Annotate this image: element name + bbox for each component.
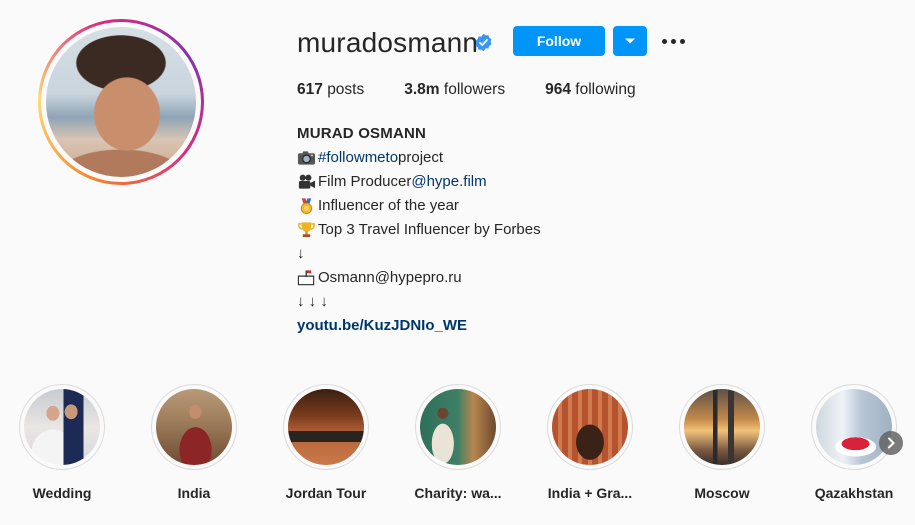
highlight-cover-image (684, 389, 760, 465)
highlight-cover-image (156, 389, 232, 465)
avatar (46, 27, 196, 177)
more-options-icon (661, 38, 667, 44)
movie-camera-icon (298, 174, 316, 189)
follow-button[interactable]: Follow (513, 26, 605, 56)
bio-line-arrow: ↓ (297, 245, 305, 262)
following-stat[interactable]: 964 following (545, 81, 636, 99)
posts-stat: 617 posts (297, 81, 365, 98)
followmeto-hashtag-link[interactable]: #followmeto (318, 146, 398, 170)
bio-line-project: #followmeto project (297, 146, 541, 170)
bio-website-link[interactable]: youtu.be/KuzJDNIo_WE (297, 314, 467, 338)
profile-username: muradosmann (297, 27, 479, 58)
bio-line-arrows: ↓ ↓ ↓ (297, 293, 328, 310)
more-options-button[interactable] (659, 30, 687, 52)
chevron-down-icon (625, 38, 635, 44)
profile-page: muradosmann Follow 617 posts 3.8m follow… (0, 0, 915, 525)
highlight-india[interactable]: India (139, 384, 249, 501)
medal-icon (300, 198, 313, 215)
highlight-cover-image (24, 389, 100, 465)
bio-website-link-line: youtu.be/KuzJDNIo_WE (297, 314, 541, 338)
verified-badge-icon (475, 33, 492, 52)
followers-stat[interactable]: 3.8m followers (404, 81, 505, 99)
follow-dropdown-button[interactable] (613, 26, 647, 56)
highlight-cover-image (816, 389, 892, 465)
chevron-right-icon (888, 437, 895, 449)
highlight-cover-image (552, 389, 628, 465)
bio-line-email: Osmann@hypepro.ru (297, 266, 541, 290)
bio-line-influencer: Influencer of the year (297, 194, 541, 218)
highlights-next-button[interactable] (879, 431, 903, 455)
trophy-icon (298, 222, 315, 238)
bio-line-film-producer: Film Producer @hype.film (297, 170, 541, 194)
bio-line-forbes: Top 3 Travel Influencer by Forbes (297, 218, 541, 242)
highlight-cover-image (288, 389, 364, 465)
story-highlights: Wedding India Jordan Tour Charity: wa... (0, 384, 915, 504)
highlight-india-gra[interactable]: India + Gra... (535, 384, 645, 501)
highlight-cover-image (420, 389, 496, 465)
profile-bio: MURAD OSMANN #followmeto project Film Pr… (297, 122, 541, 338)
highlight-charity[interactable]: Charity: wa... (403, 384, 513, 501)
highlight-wedding[interactable]: Wedding (7, 384, 117, 501)
highlight-jordan-tour[interactable]: Jordan Tour (271, 384, 381, 501)
profile-stats: 617 posts 3.8m followers 964 following (297, 81, 676, 99)
camera-icon (297, 151, 316, 165)
profile-avatar-ring[interactable] (38, 19, 204, 185)
highlight-moscow[interactable]: Moscow (667, 384, 777, 501)
bio-full-name: MURAD OSMANN (297, 125, 427, 142)
hype-film-mention-link[interactable]: @hype.film (411, 170, 486, 194)
bio-email: Osmann@hypepro.ru (318, 269, 462, 286)
mailbox-icon (297, 270, 315, 286)
